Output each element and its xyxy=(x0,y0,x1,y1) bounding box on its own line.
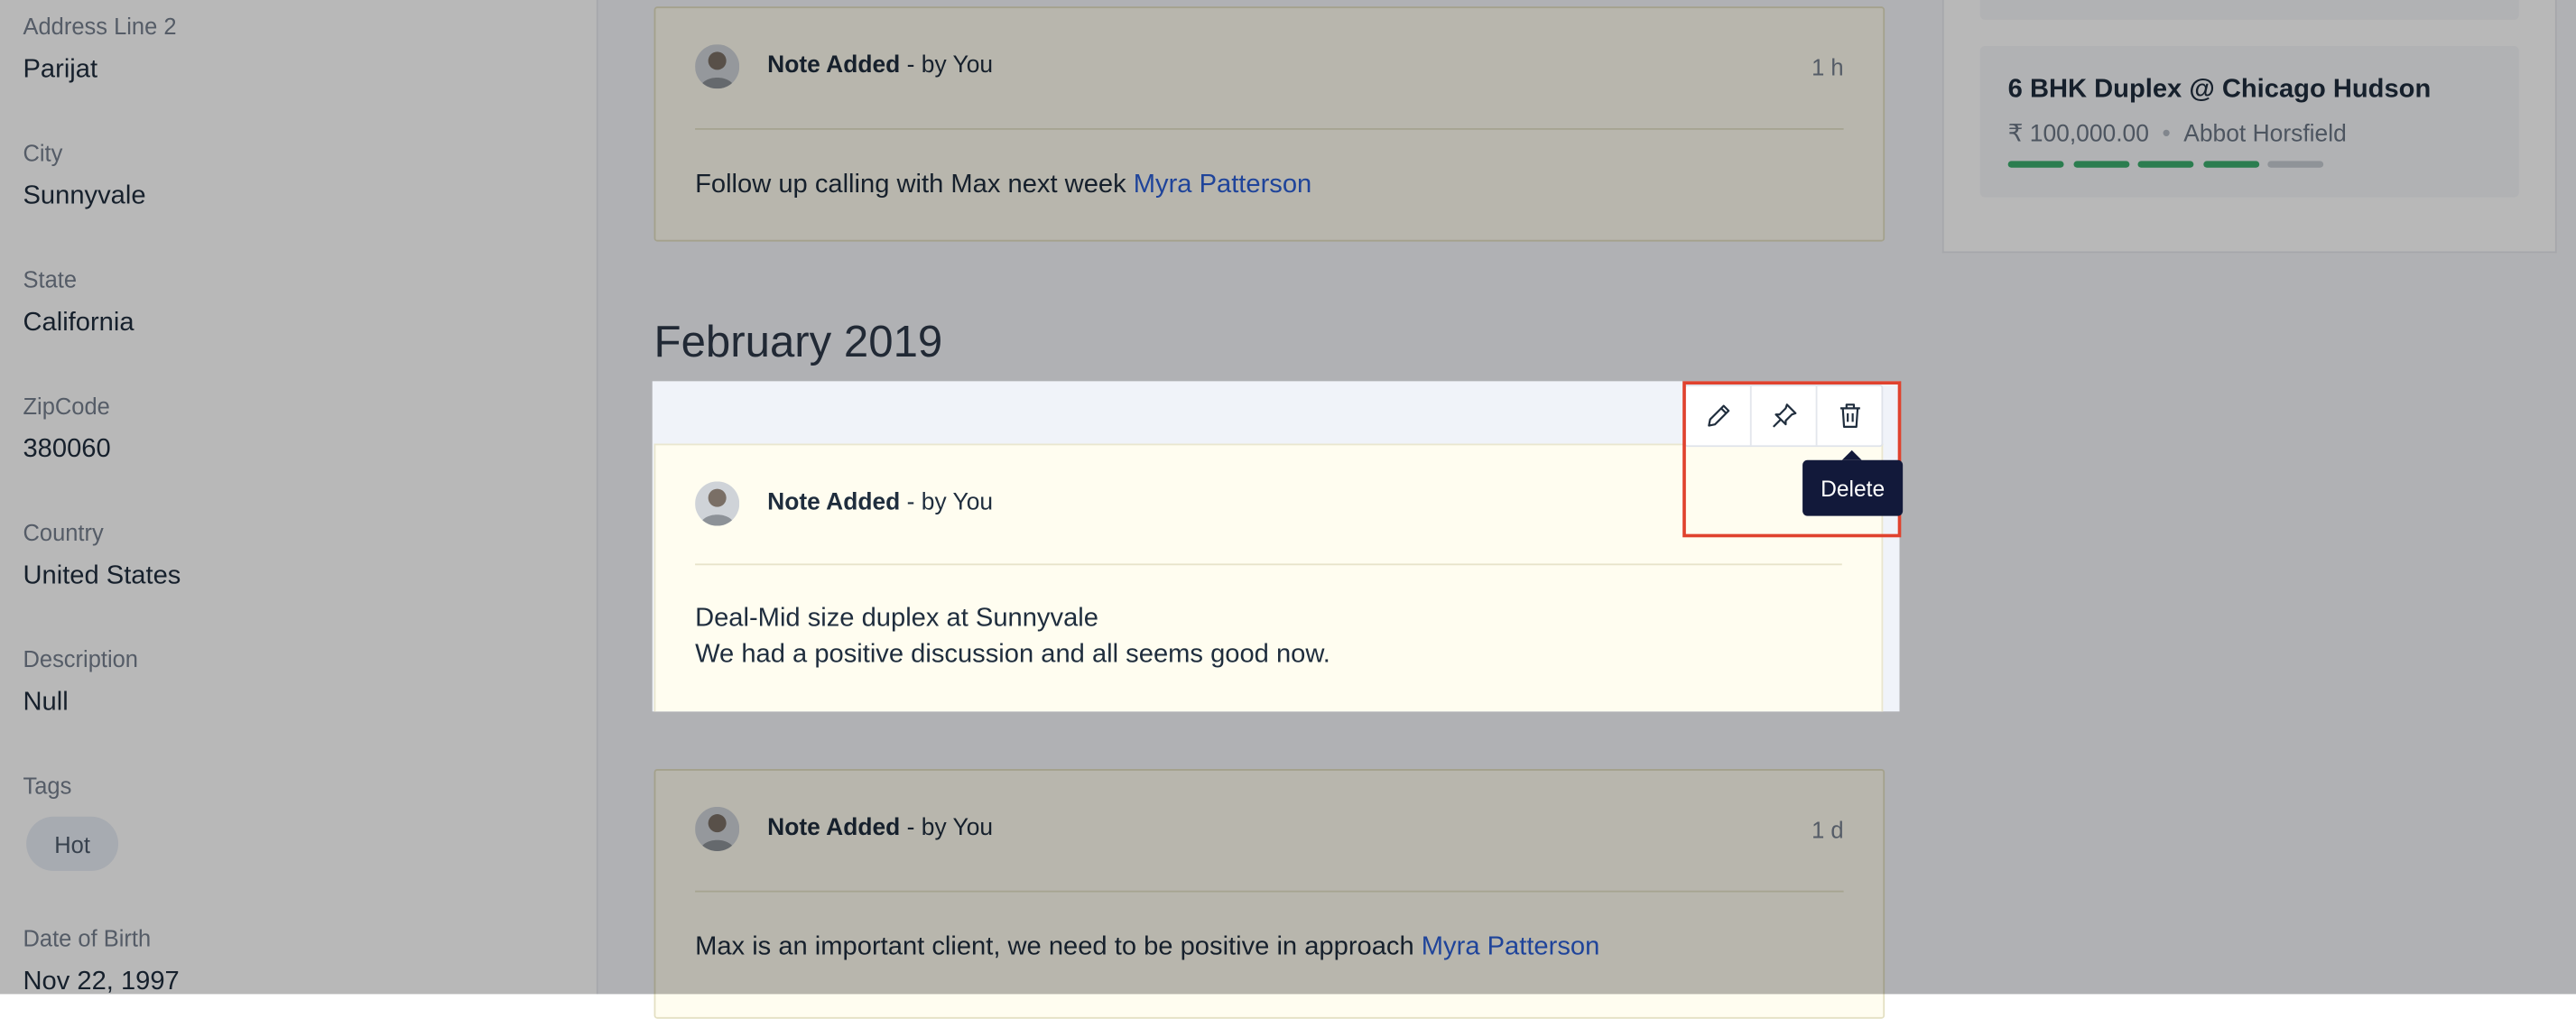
note-card: Note Added - by You 1 h Follow up callin… xyxy=(653,6,1886,242)
delete-tooltip: Delete xyxy=(1802,449,1904,516)
note-card-header: Note Added - by You 1 d xyxy=(695,771,1844,889)
mention-link[interactable]: Myra Patterson xyxy=(1422,933,1599,961)
zipcode-label: ZipCode xyxy=(23,393,110,420)
note-body: Follow up calling with Max next week Myr… xyxy=(695,168,1844,204)
user-avatar xyxy=(695,44,740,89)
note-type: Note Added xyxy=(767,489,901,516)
note-card-header: Note Added - by You 1 h xyxy=(695,8,1844,126)
note-card: Note Added - by You 1 d Max is an import… xyxy=(653,768,1886,1019)
date-of-birth-value: Nov 22, 1997 xyxy=(23,968,180,996)
description-label: Description xyxy=(23,645,138,672)
note-time: 1 h xyxy=(1812,54,1844,81)
deal-item[interactable]: 6 BHK Duplex @ Chicago Hudson ₹ 100,000.… xyxy=(1979,45,2519,198)
user-avatar xyxy=(695,481,740,526)
note-body: Deal-Mid size duplex at Sunnyvale We had… xyxy=(695,601,1842,673)
note-line: We had a positive discussion and all see… xyxy=(695,640,1330,669)
note-text: Follow up calling with Max next week xyxy=(695,171,1134,199)
note-author: - by You xyxy=(900,814,994,842)
country-label: Country xyxy=(23,519,104,546)
deal-owner: Abbot Horsfield xyxy=(2183,121,2347,148)
mention-link[interactable]: Myra Patterson xyxy=(1134,171,1311,199)
note-author: - by You xyxy=(900,489,994,516)
note-divider xyxy=(695,127,1844,130)
city-value: Sunnyvale xyxy=(23,182,146,211)
note-divider xyxy=(695,890,1844,893)
deal-amount: ₹ 100,000.00 xyxy=(2007,121,2149,148)
deals-panel: 6 BHK Duplex @ Chicago Hudson ₹ 100,000.… xyxy=(1941,0,2557,254)
previous-deal-item[interactable] xyxy=(1979,0,2519,20)
note-title: Note Added - by You xyxy=(767,815,993,841)
zipcode-value: 380060 xyxy=(23,435,111,464)
progress-segment xyxy=(2137,161,2194,168)
meta-separator: • xyxy=(2162,121,2171,148)
note-divider xyxy=(695,563,1842,566)
note-card-header: Note Added - by You xyxy=(695,445,1842,563)
user-avatar xyxy=(695,806,740,852)
month-heading: February 2019 xyxy=(653,317,943,366)
deal-meta: ₹ 100,000.00 • Abbot Horsfield xyxy=(2008,122,2347,148)
note-type: Note Added xyxy=(767,52,901,79)
note-title: Note Added - by You xyxy=(767,52,993,79)
progress-segment xyxy=(2072,161,2129,168)
state-value: California xyxy=(23,309,134,338)
description-value: Null xyxy=(23,688,69,717)
progress-segment xyxy=(2267,161,2324,168)
tag-chip[interactable]: Hot xyxy=(26,816,119,871)
deal-title[interactable]: 6 BHK Duplex @ Chicago Hudson xyxy=(2008,76,2432,106)
note-body: Max is an important client, we need to b… xyxy=(695,930,1844,966)
progress-segment xyxy=(2007,161,2064,168)
date-of-birth-label: Date of Birth xyxy=(23,924,152,952)
note-title: Note Added - by You xyxy=(767,490,993,516)
note-line: Deal-Mid size duplex at Sunnyvale xyxy=(695,604,1098,633)
city-label: City xyxy=(23,139,63,166)
note-text: Max is an important client, we need to b… xyxy=(695,933,1422,961)
note-type: Note Added xyxy=(767,814,901,842)
tags-label: Tags xyxy=(23,772,72,799)
note-author: - by You xyxy=(900,52,994,79)
state-label: State xyxy=(23,265,78,293)
address-line-2-label: Address Line 2 xyxy=(23,13,177,40)
contact-details-sidebar: Address Line 2 Parijat City Sunnyvale St… xyxy=(0,0,598,996)
address-line-2-value: Parijat xyxy=(23,55,98,84)
note-time: 1 d xyxy=(1812,816,1844,843)
country-value: United States xyxy=(23,561,181,590)
progress-segment xyxy=(2202,161,2259,168)
